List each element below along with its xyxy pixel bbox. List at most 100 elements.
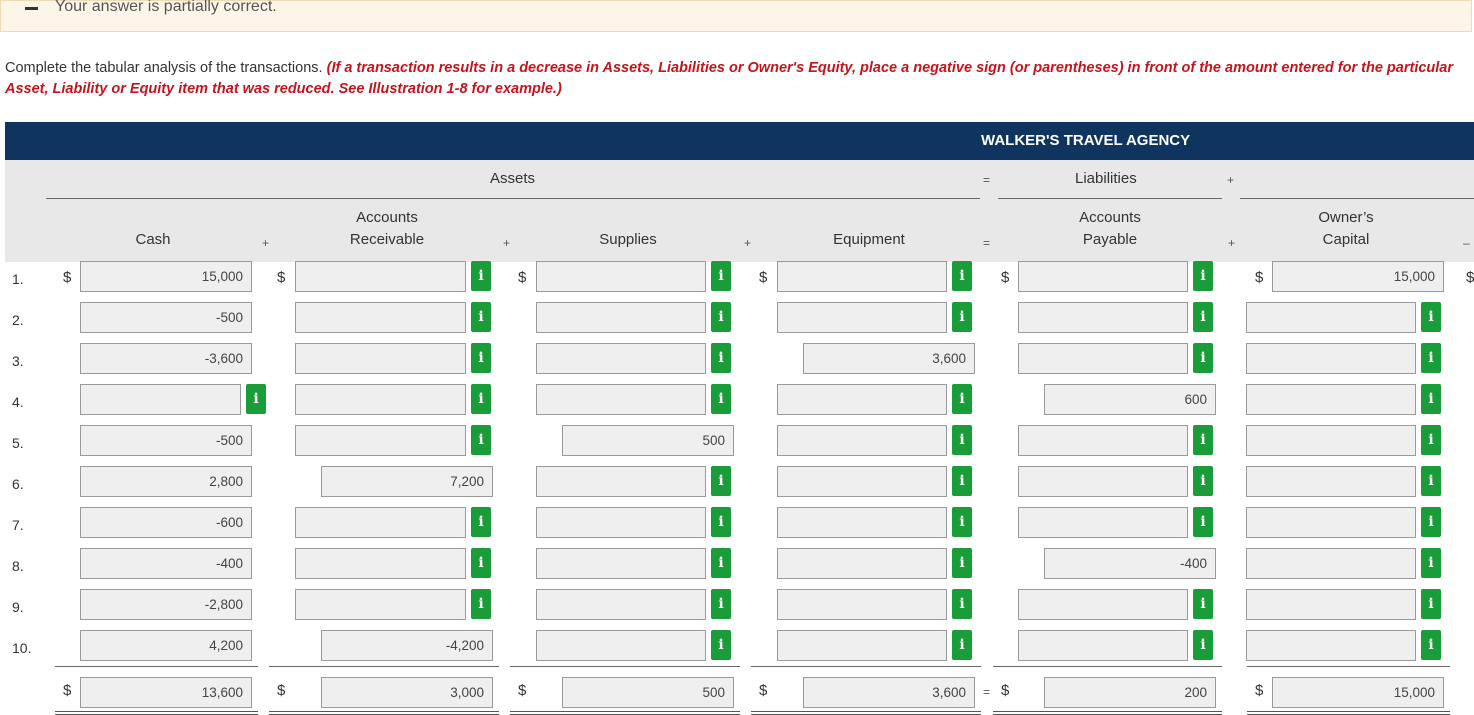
equipment-input[interactable]	[777, 589, 947, 620]
info-icon[interactable]: i	[1193, 261, 1213, 291]
info-icon[interactable]: i	[1421, 343, 1441, 373]
info-icon[interactable]: i	[471, 302, 491, 332]
equipment-input[interactable]	[777, 261, 947, 292]
accounts-payable-input[interactable]	[1018, 589, 1188, 620]
equipment-input[interactable]	[777, 548, 947, 579]
cash-input[interactable]: -3,600	[80, 343, 252, 374]
info-icon[interactable]: i	[1421, 384, 1441, 414]
info-icon[interactable]: i	[952, 548, 972, 578]
cash-input[interactable]: -600	[80, 507, 252, 538]
equipment-input[interactable]	[777, 384, 947, 415]
accounts-payable-input[interactable]: 600	[1044, 384, 1216, 415]
accounts-payable-input[interactable]	[1018, 466, 1188, 497]
info-icon[interactable]: i	[1193, 343, 1213, 373]
info-icon[interactable]: i	[952, 425, 972, 455]
supplies-input[interactable]: 500	[562, 425, 734, 456]
accounts-payable-total[interactable]: 200	[1044, 677, 1216, 708]
owners-capital-input[interactable]	[1246, 466, 1416, 497]
supplies-input[interactable]	[536, 548, 706, 579]
info-icon[interactable]: i	[1193, 466, 1213, 496]
cash-input[interactable]: 4,200	[80, 630, 252, 661]
accounts-receivable-input[interactable]	[295, 425, 466, 456]
supplies-input[interactable]	[536, 384, 706, 415]
accounts-receivable-input[interactable]	[295, 548, 466, 579]
equipment-input[interactable]	[777, 425, 947, 456]
equipment-input[interactable]	[777, 507, 947, 538]
owners-capital-input[interactable]	[1246, 384, 1416, 415]
info-icon[interactable]: i	[952, 630, 972, 660]
info-icon[interactable]: i	[1421, 507, 1441, 537]
info-icon[interactable]: i	[1421, 548, 1441, 578]
owners-capital-input[interactable]	[1246, 589, 1416, 620]
supplies-input[interactable]	[536, 261, 706, 292]
equipment-total[interactable]: 3,600	[803, 677, 975, 708]
info-icon[interactable]: i	[711, 384, 731, 414]
cash-input[interactable]: 15,000	[80, 261, 252, 292]
accounts-payable-input[interactable]	[1018, 425, 1188, 456]
info-icon[interactable]: i	[711, 261, 731, 291]
info-icon[interactable]: i	[1421, 589, 1441, 619]
info-icon[interactable]: i	[1193, 302, 1213, 332]
cash-input[interactable]: -500	[80, 425, 252, 456]
info-icon[interactable]: i	[711, 343, 731, 373]
info-icon[interactable]: i	[711, 630, 731, 660]
info-icon[interactable]: i	[952, 507, 972, 537]
owners-capital-input[interactable]: 15,000	[1272, 261, 1444, 292]
info-icon[interactable]: i	[471, 384, 491, 414]
accounts-receivable-input[interactable]	[295, 261, 466, 292]
equipment-input[interactable]: 3,600	[803, 343, 975, 374]
info-icon[interactable]: i	[246, 384, 266, 414]
accounts-receivable-input[interactable]	[295, 384, 466, 415]
supplies-input[interactable]	[536, 589, 706, 620]
cash-total[interactable]: 13,600	[80, 677, 252, 708]
accounts-receivable-total[interactable]: 3,000	[321, 677, 493, 708]
info-icon[interactable]: i	[1421, 425, 1441, 455]
info-icon[interactable]: i	[711, 507, 731, 537]
info-icon[interactable]: i	[1193, 507, 1213, 537]
info-icon[interactable]: i	[952, 589, 972, 619]
cash-input[interactable]: -500	[80, 302, 252, 333]
cash-input[interactable]	[80, 384, 241, 415]
info-icon[interactable]: i	[711, 302, 731, 332]
equipment-input[interactable]	[777, 466, 947, 497]
info-icon[interactable]: i	[711, 466, 731, 496]
cash-input[interactable]: -400	[80, 548, 252, 579]
cash-input[interactable]: -2,800	[80, 589, 252, 620]
info-icon[interactable]: i	[471, 343, 491, 373]
supplies-input[interactable]	[536, 466, 706, 497]
supplies-input[interactable]	[536, 507, 706, 538]
accounts-receivable-input[interactable]: 7,200	[321, 466, 493, 497]
equipment-input[interactable]	[777, 630, 947, 661]
accounts-payable-input[interactable]	[1018, 302, 1188, 333]
info-icon[interactable]: i	[1193, 630, 1213, 660]
owners-capital-input[interactable]	[1246, 630, 1416, 661]
accounts-payable-input[interactable]	[1018, 343, 1188, 374]
accounts-payable-input[interactable]: -400	[1044, 548, 1216, 579]
info-icon[interactable]: i	[1421, 466, 1441, 496]
info-icon[interactable]: i	[952, 384, 972, 414]
info-icon[interactable]: i	[1193, 425, 1213, 455]
accounts-receivable-input[interactable]	[295, 343, 466, 374]
owners-capital-input[interactable]	[1246, 507, 1416, 538]
supplies-input[interactable]	[536, 302, 706, 333]
accounts-payable-input[interactable]	[1018, 261, 1188, 292]
accounts-receivable-input[interactable]: -4,200	[321, 630, 493, 661]
info-icon[interactable]: i	[1421, 630, 1441, 660]
supplies-total[interactable]: 500	[562, 677, 734, 708]
info-icon[interactable]: i	[952, 261, 972, 291]
info-icon[interactable]: i	[711, 548, 731, 578]
info-icon[interactable]: i	[1193, 589, 1213, 619]
info-icon[interactable]: i	[952, 466, 972, 496]
info-icon[interactable]: i	[471, 589, 491, 619]
owners-capital-input[interactable]	[1246, 302, 1416, 333]
owners-capital-input[interactable]	[1246, 343, 1416, 374]
owners-capital-input[interactable]	[1246, 548, 1416, 579]
info-icon[interactable]: i	[471, 425, 491, 455]
accounts-payable-input[interactable]	[1018, 630, 1188, 661]
owners-capital-input[interactable]	[1246, 425, 1416, 456]
info-icon[interactable]: i	[471, 507, 491, 537]
supplies-input[interactable]	[536, 630, 706, 661]
cash-input[interactable]: 2,800	[80, 466, 252, 497]
accounts-payable-input[interactable]	[1018, 507, 1188, 538]
accounts-receivable-input[interactable]	[295, 302, 466, 333]
